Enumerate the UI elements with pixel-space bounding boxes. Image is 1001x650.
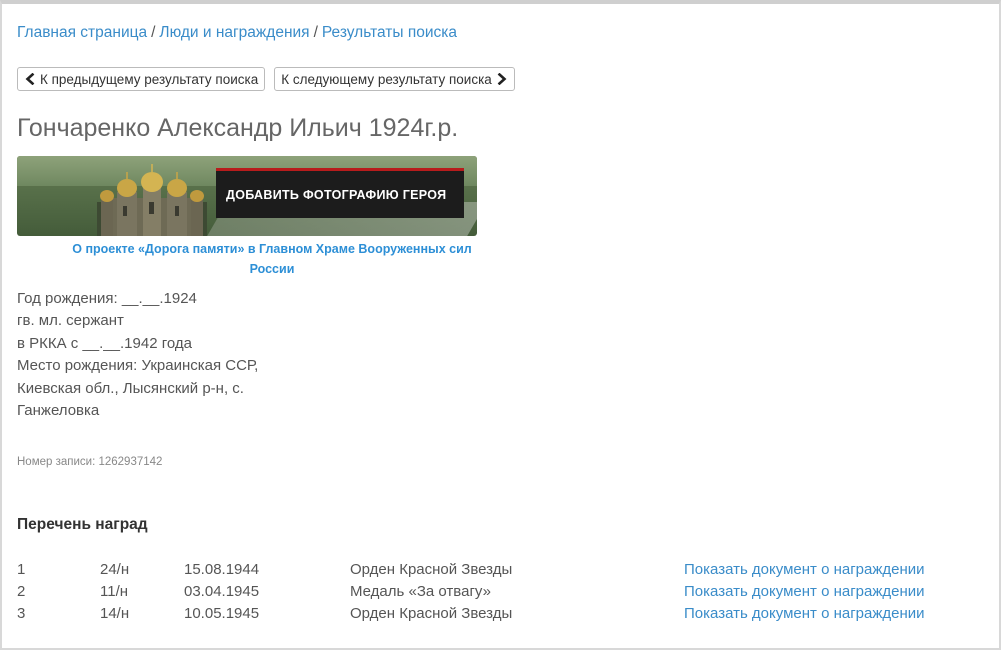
add-hero-photo-button[interactable]: ДОБАВИТЬ ФОТОГРАФИЮ ГЕРОЯ (216, 168, 464, 218)
award-date: 03.04.1945 (184, 583, 260, 600)
prev-result-button[interactable]: К предыдущему результату поиска (17, 67, 266, 91)
breadcrumb-home-link[interactable]: Главная страница (17, 24, 147, 41)
award-number: 2 (17, 583, 26, 600)
about-project-link[interactable]: О проекте «Дорога памяти» в Главном Храм… (17, 239, 527, 279)
show-award-document-link[interactable]: Показать документ о награждении (684, 561, 925, 578)
chevron-right-icon (497, 73, 507, 85)
chevron-left-icon (25, 73, 35, 85)
cathedral-image (97, 164, 207, 236)
memory-road-banner[interactable]: ДОБАВИТЬ ФОТОГРАФИЮ ГЕРОЯ (17, 156, 477, 236)
birthplace-line: Ганжеловка (17, 402, 100, 420)
award-row: 1 24/н 15.08.1944 Орден Красной Звезды П… (17, 560, 977, 582)
award-date: 15.08.1944 (184, 561, 260, 578)
birth-year: Год рождения: __.__.1924 (17, 290, 197, 307)
awards-list: 1 24/н 15.08.1944 Орден Красной Звезды П… (17, 560, 977, 626)
award-document-number: 14/н (100, 605, 130, 622)
award-number: 3 (17, 605, 26, 622)
awards-title: Перечень наград (17, 516, 148, 533)
show-award-document-link[interactable]: Показать документ о награждении (684, 605, 925, 622)
award-number: 1 (17, 561, 26, 578)
next-result-label: К следующему результату поиска (281, 71, 492, 87)
next-result-button[interactable]: К следующему результату поиска (274, 67, 515, 91)
breadcrumb-separator: / (151, 24, 156, 41)
page-title: Гончаренко Александр Ильич 1924г.р. (17, 114, 459, 142)
breadcrumb-people-link[interactable]: Люди и награждения (159, 24, 309, 41)
breadcrumb: Главная страница / Люди и награждения / Резу… (17, 24, 457, 42)
award-date: 10.05.1945 (184, 605, 260, 622)
rank: гв. мл. сержант (17, 312, 124, 330)
about-project-link-line1: О проекте «Дорога памяти» в Главном Храм… (72, 242, 472, 256)
birthplace-line: Киевская обл., Лысянский р-н, с. (17, 379, 244, 397)
award-document-number: 11/н (100, 583, 129, 600)
breadcrumb-results-link[interactable]: Результаты поиска (322, 24, 457, 41)
award-name: Орден Красной Звезды (350, 561, 513, 578)
person-info: Год рождения: __.__.1924 гв. мл. сержант… (17, 288, 258, 422)
result-navigation: К предыдущему результату поиска К следую… (17, 67, 515, 91)
award-row: 3 14/н 10.05.1945 Орден Красной Звезды П… (17, 604, 977, 626)
award-name: Медаль «За отвагу» (350, 583, 491, 600)
about-project-link-line2: России (249, 262, 295, 276)
prev-result-label: К предыдущему результату поиска (40, 71, 259, 87)
record-number: Номер записи: 1262937142 (17, 456, 163, 468)
birthplace-line: Место рождения: Украинская ССР, (17, 357, 259, 375)
award-document-number: 24/н (100, 561, 130, 578)
award-name: Орден Красной Звезды (350, 605, 513, 622)
service-start: в РККА с __.__.1942 года (17, 334, 192, 352)
show-award-document-link[interactable]: Показать документ о награждении (684, 583, 925, 600)
award-row: 2 11/н 03.04.1945 Медаль «За отвагу» Пок… (17, 582, 977, 604)
breadcrumb-separator: / (313, 24, 318, 41)
